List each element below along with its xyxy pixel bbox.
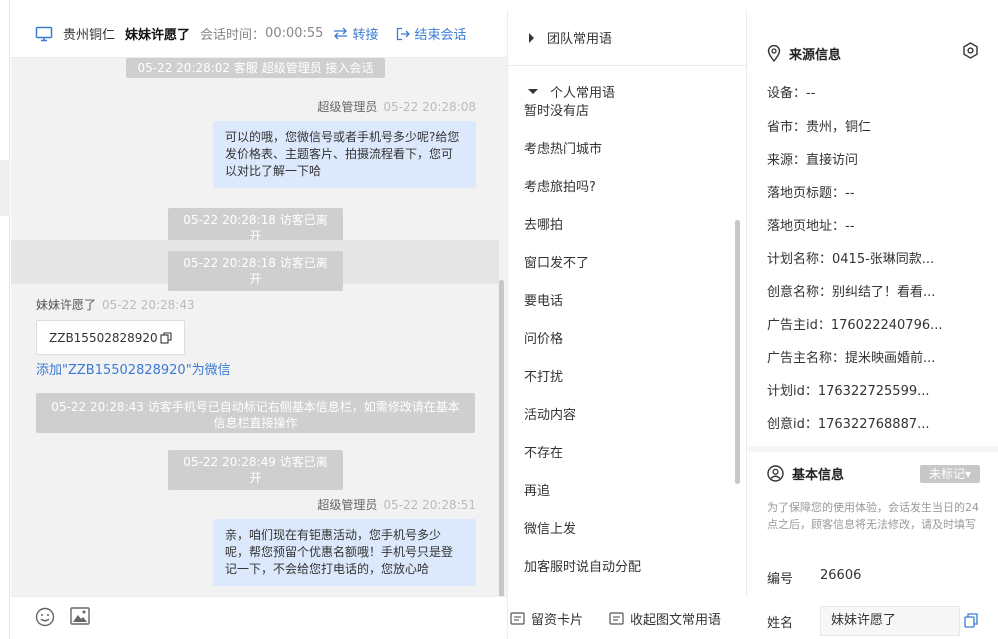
collapse-phrases-label: 收起图文常用语 xyxy=(630,613,722,628)
visitor-message-text: ZZB15502828920 xyxy=(49,330,158,345)
visitor-message-meta: 妹妹许愿了 05-22 20:28:43 xyxy=(36,296,195,313)
caret-down-icon xyxy=(528,89,538,94)
source-region: 省市：贵州，铜仁 xyxy=(767,120,872,135)
team-phrases-toggle[interactable]: 团队常用语 xyxy=(528,28,612,47)
message-time: 05-22 20:28:43 xyxy=(102,298,195,312)
phrase-item[interactable]: 活动内容 xyxy=(524,404,576,423)
visitor-location: 贵州铜仁 xyxy=(63,28,116,43)
phrase-item[interactable]: 不打扰 xyxy=(524,366,563,385)
monitor-icon xyxy=(35,26,53,41)
creative-id: 创意id：176322768887... xyxy=(767,417,930,432)
visitor-name-label: 妹妹许愿了 xyxy=(36,298,97,312)
tag-status-dropdown[interactable]: 未标记▾ xyxy=(920,465,980,483)
location-pin-icon xyxy=(767,45,781,62)
exit-icon xyxy=(397,27,411,40)
section-divider xyxy=(748,446,998,452)
source-channel: 来源：直接访问 xyxy=(767,153,859,168)
source-device: 设备：-- xyxy=(767,86,816,101)
personal-phrases-toggle[interactable]: 个人常用语 xyxy=(528,82,615,101)
basic-info-title: 基本信息 xyxy=(767,464,844,483)
copy-icon[interactable] xyxy=(964,613,978,628)
chat-toolbar xyxy=(11,596,507,639)
visitor-message-bubble: ZZB15502828920 xyxy=(36,320,185,355)
end-session-button[interactable]: 结束会话 xyxy=(396,24,466,43)
left-edge-panel xyxy=(0,0,10,639)
phrase-item[interactable]: 去哪拍 xyxy=(524,214,563,233)
chat-header: 贵州铜仁 妹妹许愿了 会话时间： 00:00:55 转接 结束会话 xyxy=(11,10,507,58)
settings-icon[interactable] xyxy=(962,42,979,59)
personal-phrases-label: 个人常用语 xyxy=(550,86,616,101)
phrase-item[interactable]: 窗口发不了 xyxy=(524,252,589,271)
divider xyxy=(508,65,748,66)
phrase-item[interactable]: 微信上发 xyxy=(524,518,576,537)
session-time: 00:00:55 xyxy=(265,26,324,41)
phrase-item[interactable]: 考虑旅拍吗? xyxy=(524,176,596,195)
left-edge-tab xyxy=(0,160,10,216)
chat-scrollbar[interactable] xyxy=(499,280,504,596)
phrase-item[interactable]: 再追 xyxy=(524,480,550,499)
user-icon xyxy=(767,465,784,482)
message-icon xyxy=(609,612,624,625)
image-icon[interactable] xyxy=(70,607,90,625)
phrase-item[interactable]: 要电话 xyxy=(524,290,563,309)
lead-card-button[interactable]: 留资卡片 xyxy=(510,609,583,628)
info-panel: 来源信息 设备：-- 省市：贵州，铜仁 来源：直接访问 落地页标题：-- 落地页… xyxy=(748,10,998,639)
phrase-item[interactable]: 暂时没有店 xyxy=(524,100,589,119)
system-message: 05-22 20:28:02 客服 超级管理员 接入会话 xyxy=(126,58,385,78)
message-list[interactable]: 05-22 20:28:02 客服 超级管理员 接入会话 超级管理员 05-22 … xyxy=(11,58,507,596)
agent-message-meta: 超级管理员 05-22 20:28:08 xyxy=(317,98,476,115)
landing-page-url: 落地页地址：-- xyxy=(767,219,855,234)
message-time: 05-22 20:28:08 xyxy=(383,100,476,114)
phrase-item[interactable]: 问价格 xyxy=(524,328,563,347)
transfer-button[interactable]: 转接 xyxy=(333,24,378,43)
transfer-icon xyxy=(334,27,348,40)
add-wechat-link[interactable]: 添加"ZZB15502828920"为微信 xyxy=(36,359,231,378)
card-icon xyxy=(510,612,525,625)
agent-message-bubble: 亲，咱们现在有钜惠活动，您手机号多少呢，帮您预留个优惠名额哦！手机号只是登记一下… xyxy=(213,519,476,586)
plan-name: 计划名称：0415-张琳同款... xyxy=(767,252,935,267)
end-session-label: 结束会话 xyxy=(414,28,467,43)
system-message: 05-22 20:28:49 访客已离开 xyxy=(168,450,343,490)
name-input[interactable]: 妹妹许愿了 xyxy=(820,606,960,636)
emoji-icon[interactable] xyxy=(35,607,55,627)
system-message: 05-22 20:28:43 访客手机号已自动标记右侧基本信息栏，如需修改请在基… xyxy=(36,393,475,433)
phrases-toolbar: 留资卡片 收起图文常用语 xyxy=(508,596,748,639)
transfer-label: 转接 xyxy=(352,28,379,43)
name-label: 姓名 xyxy=(767,616,794,631)
message-time: 05-22 20:28:51 xyxy=(383,498,476,512)
agent-message-bubble: 可以的哦，您微信号或者手机号多少呢?给您发价格表、主题客片、拍摄流程看下，您可以… xyxy=(213,121,476,188)
id-label: 编号 xyxy=(767,572,794,587)
landing-page-title: 落地页标题：-- xyxy=(767,186,855,201)
id-value: 26606 xyxy=(820,568,862,583)
system-message: 05-22 20:28:18 访客已离开 xyxy=(168,251,343,291)
source-info-title: 来源信息 xyxy=(767,44,841,63)
edit-notice: 为了保障您的使用体验，会话发生当日的24点之后，顾客信息将无法修改，请及时填写 xyxy=(767,501,979,531)
agent-name: 超级管理员 xyxy=(317,100,378,114)
creative-name: 创意名称：别纠结了！看看... xyxy=(767,285,936,300)
phrase-item[interactable]: 考虑热门城市 xyxy=(524,138,602,157)
chat-panel: 贵州铜仁 妹妹许愿了 会话时间： 00:00:55 转接 结束会话 05-22 … xyxy=(11,10,507,639)
session-time-label: 会话时间： xyxy=(200,28,266,43)
agent-message-meta: 超级管理员 05-22 20:28:51 xyxy=(317,496,476,513)
source-info-label: 来源信息 xyxy=(789,48,842,63)
advertiser-name: 广告主名称：提米映画婚前... xyxy=(767,351,936,366)
basic-info-label: 基本信息 xyxy=(792,468,845,483)
phrases-scrollbar[interactable] xyxy=(735,220,740,484)
collapse-phrases-button[interactable]: 收起图文常用语 xyxy=(609,609,721,628)
phrases-panel: 团队常用语 个人常用语 暂时没有店 考虑热门城市 考虑旅拍吗? 去哪拍 窗口发不… xyxy=(507,10,748,639)
caret-right-icon xyxy=(529,32,534,43)
phrase-item[interactable]: 不存在 xyxy=(524,442,563,461)
lead-card-label: 留资卡片 xyxy=(531,613,584,628)
visitor-name: 妹妹许愿了 xyxy=(125,28,191,43)
phrase-item[interactable]: 加客服时说自动分配 xyxy=(524,556,641,575)
plan-id: 计划id：176322725599... xyxy=(767,384,930,399)
advertiser-id: 广告主id：176022240796... xyxy=(767,318,943,333)
copy-icon[interactable] xyxy=(160,331,172,344)
agent-name: 超级管理员 xyxy=(317,498,378,512)
team-phrases-label: 团队常用语 xyxy=(547,32,613,47)
